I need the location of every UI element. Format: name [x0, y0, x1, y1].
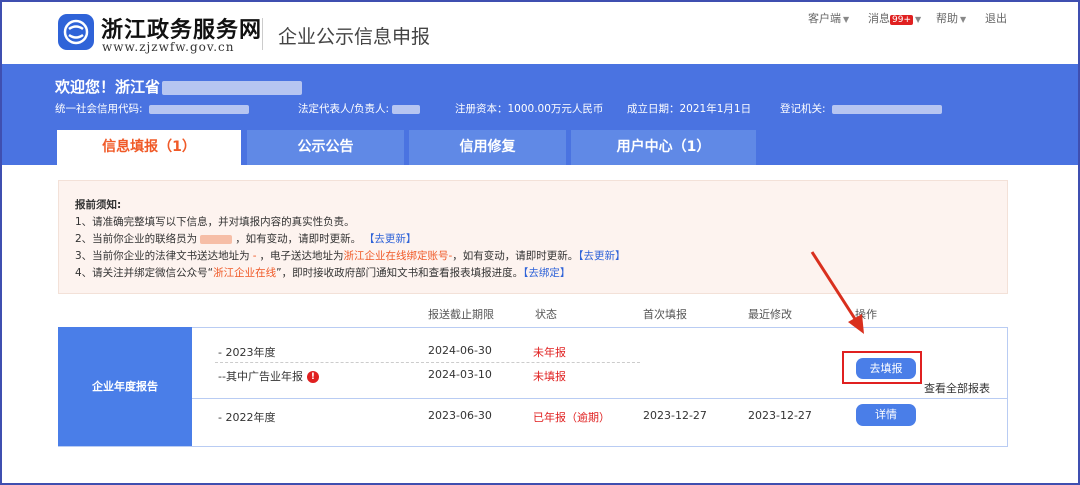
annotation-arrow-icon — [810, 251, 864, 334]
